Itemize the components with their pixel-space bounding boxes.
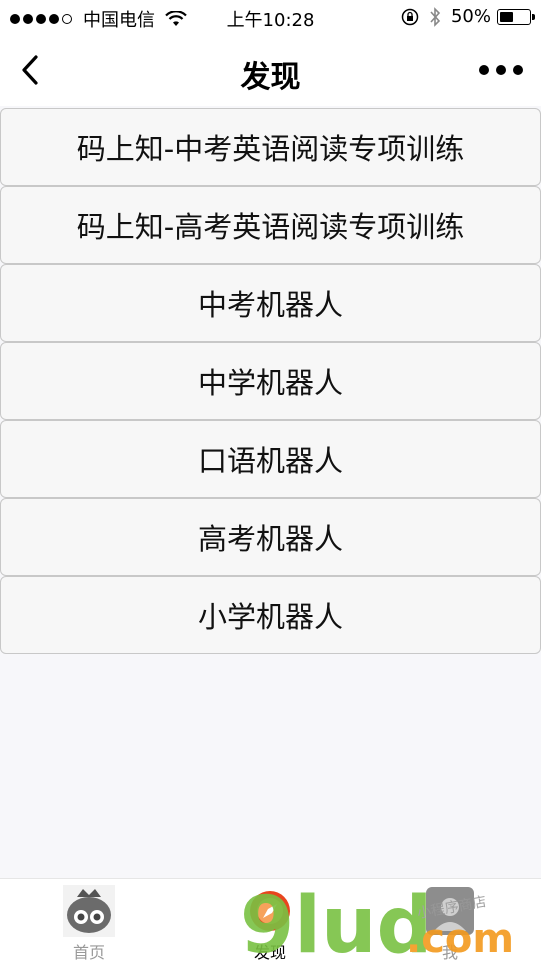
more-dots-icon [479, 65, 489, 75]
more-options-button[interactable] [479, 58, 523, 82]
status-bar: 中国电信 上午10:28 50% [0, 0, 541, 36]
menu-item-zhongkao-reading[interactable]: 码上知-中考英语阅读专项训练 [0, 108, 541, 186]
menu-item-gaokao-robot[interactable]: 高考机器人 [0, 498, 541, 576]
rotation-lock-icon [401, 8, 419, 25]
tab-label: 我 [441, 943, 458, 960]
discover-icon [244, 885, 296, 937]
bottom-tab-bar: 首页 发现 我 [0, 878, 541, 960]
menu-item-label: 小学机器人 [197, 600, 343, 634]
menu-item-middle-school-robot[interactable]: 中学机器人 [0, 342, 541, 420]
menu-item-label: 口语机器人 [197, 444, 343, 478]
menu-item-label: 码上知-高考英语阅读专项训练 [76, 210, 465, 244]
app-screen: 中国电信 上午10:28 50% 发现 码上知-中考英语阅读专项训练 码上知-高… [0, 0, 541, 960]
menu-item-label: 码上知-中考英语阅读专项训练 [76, 132, 465, 166]
tab-label: 首页 [72, 943, 105, 960]
profile-icon [424, 885, 476, 937]
battery-percent: 50% [450, 6, 491, 27]
battery-icon [497, 8, 535, 25]
menu-item-zhongkao-robot[interactable]: 中考机器人 [0, 264, 541, 342]
bluetooth-icon [430, 6, 441, 27]
menu-item-primary-school-robot[interactable]: 小学机器人 [0, 576, 541, 654]
menu-item-label: 高考机器人 [197, 522, 343, 556]
discover-menu-list: 码上知-中考英语阅读专项训练 码上知-高考英语阅读专项训练 中考机器人 中学机器… [0, 108, 541, 654]
tab-me[interactable]: 我 [390, 885, 510, 960]
menu-item-gaokao-reading[interactable]: 码上知-高考英语阅读专项训练 [0, 186, 541, 264]
menu-item-label: 中学机器人 [197, 366, 343, 400]
menu-item-oral-robot[interactable]: 口语机器人 [0, 420, 541, 498]
navigation-bar: 发现 [0, 36, 541, 106]
tab-discover[interactable]: 发现 [210, 885, 330, 960]
menu-item-label: 中考机器人 [197, 288, 343, 322]
status-right: 50% [401, 6, 535, 27]
home-mascot-icon [63, 885, 115, 937]
tab-label: 发现 [253, 943, 286, 960]
tab-home[interactable]: 首页 [29, 885, 149, 960]
page-title: 发现 [240, 60, 301, 95]
